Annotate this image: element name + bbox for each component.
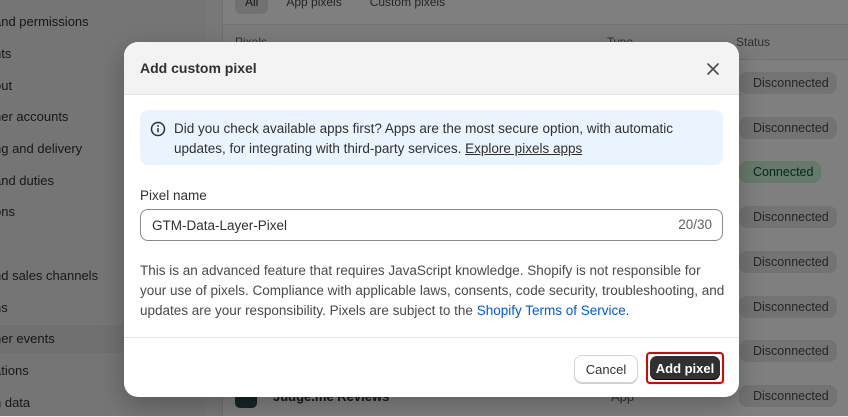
close-icon [707,63,719,75]
dialog-footer: Cancel Add pixel [124,337,739,397]
close-button[interactable] [702,58,724,80]
disclaimer-text: This is an advanced feature that require… [140,261,725,321]
add-custom-pixel-dialog: Add custom pixel Did you check available… [124,42,739,397]
cancel-button[interactable]: Cancel [574,355,638,383]
disclaimer-body: This is an advanced feature that require… [140,263,725,318]
info-icon [150,121,166,137]
dialog-title: Add custom pixel [140,60,257,76]
info-banner: Did you check available apps first? Apps… [140,110,723,165]
banner-message: Did you check available apps first? Apps… [174,121,674,156]
dialog-header: Add custom pixel [124,42,739,95]
pixel-name-label: Pixel name [140,188,207,203]
character-count: 20/30 [678,217,712,232]
add-pixel-button[interactable]: Add pixel [650,356,720,380]
banner-text: Did you check available apps first? Apps… [174,119,714,159]
pixel-name-field[interactable]: 20/30 [140,209,723,241]
disclaimer-end: . [625,303,630,318]
explore-pixels-apps-link[interactable]: Explore pixels apps [465,141,582,156]
terms-of-service-link[interactable]: Shopify Terms of Service [477,303,626,318]
pixel-name-input[interactable] [152,210,652,240]
